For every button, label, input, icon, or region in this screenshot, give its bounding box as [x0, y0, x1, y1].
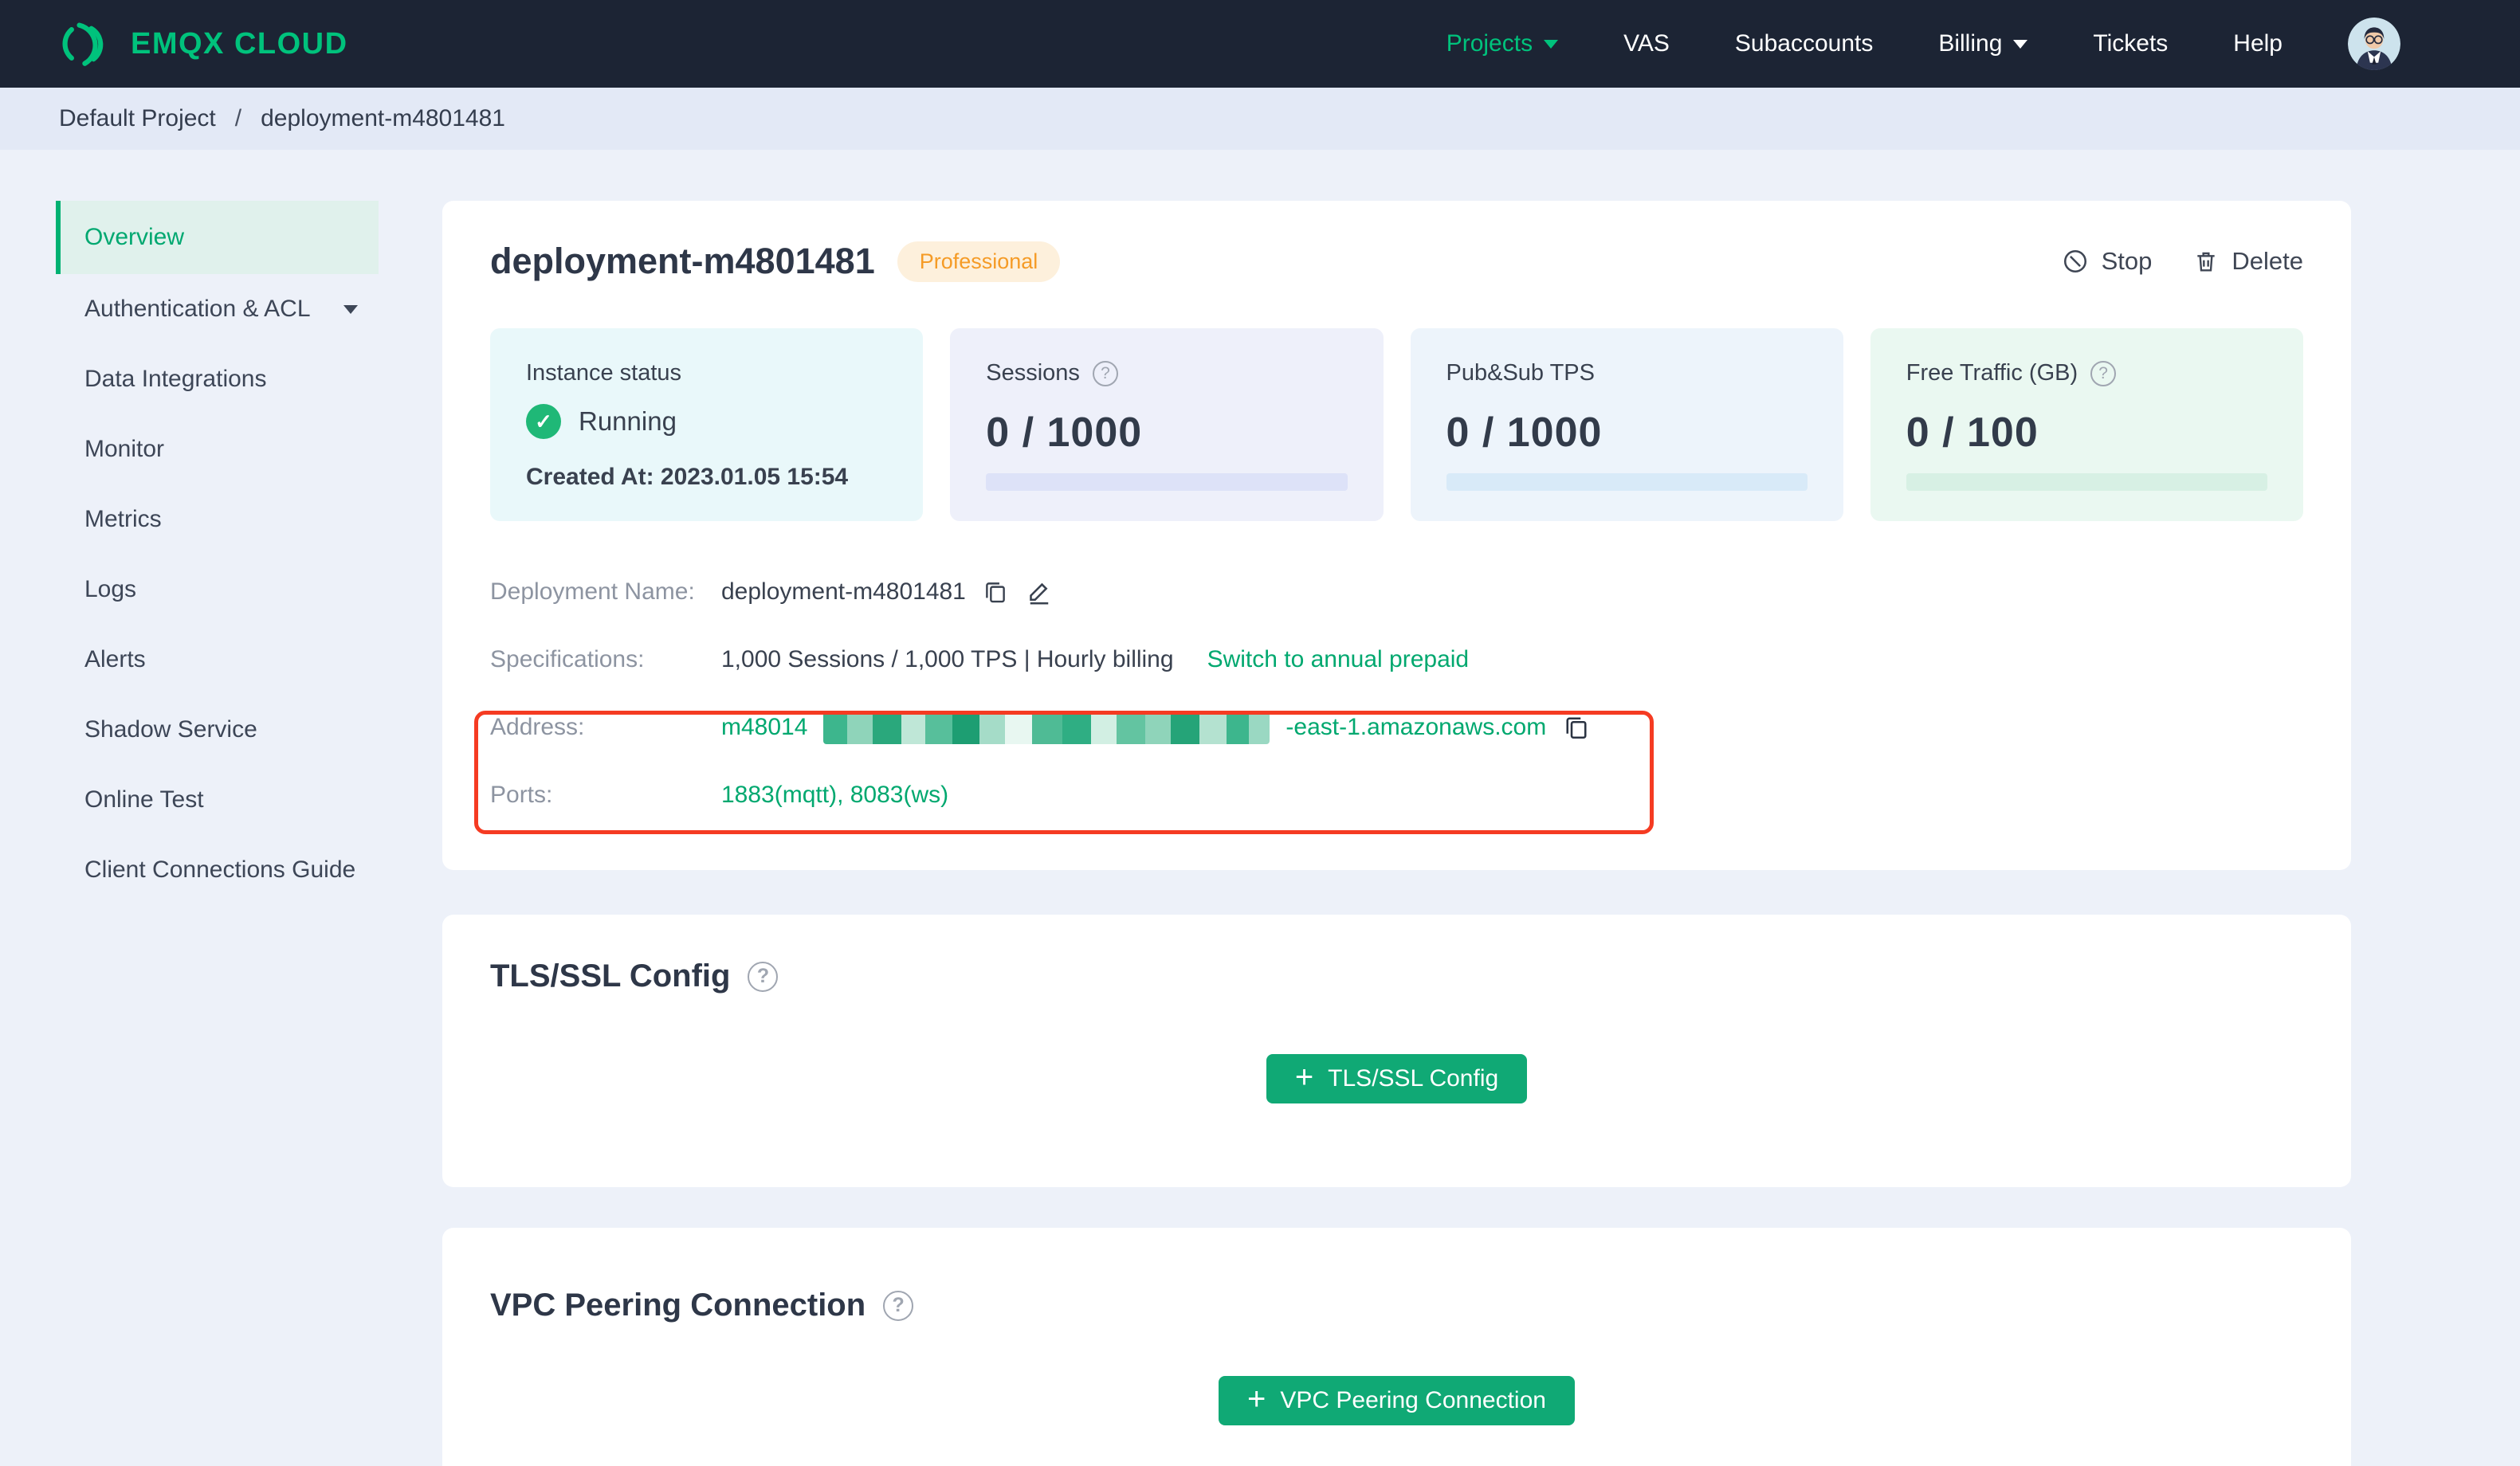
plan-badge: Professional — [897, 241, 1061, 282]
top-navbar: EMQX CLOUD Projects VAS Subaccounts Bill… — [0, 0, 2520, 88]
sessions-value: 0 / 1000 — [986, 410, 1143, 456]
sidebar-item-alerts[interactable]: Alerts — [56, 625, 379, 695]
sidebar-item-authentication-acl[interactable]: Authentication & ACL — [56, 274, 379, 344]
address-redacted-block — [823, 710, 1270, 744]
breadcrumb-deployment: deployment-m4801481 — [261, 105, 505, 131]
sidebar-item-client-connections-guide[interactable]: Client Connections Guide — [56, 835, 379, 905]
sidebar-item-metrics[interactable]: Metrics — [56, 484, 379, 555]
chevron-down-icon — [2013, 39, 2028, 49]
trash-icon — [2193, 249, 2219, 274]
nav-item-projects[interactable]: Projects — [1446, 30, 1559, 57]
address-prefix: m48014 — [721, 713, 808, 740]
nav-item-subaccounts[interactable]: Subaccounts — [1735, 30, 1873, 57]
stat-cards: Instance status ✓ Running Created At: 20… — [490, 328, 2303, 521]
sidebar-item-shadow-service[interactable]: Shadow Service — [56, 695, 379, 765]
address-row: Address: m48014 -east-1.amazonaws.com — [490, 693, 2303, 761]
stat-sessions: Sessions ? 0 / 1000 — [950, 328, 1384, 521]
overview-card: deployment-m4801481 Professional Stop De… — [442, 201, 2351, 870]
stat-pubsub-tps: Pub&Sub TPS 0 / 1000 — [1410, 328, 1843, 521]
breadcrumb-project[interactable]: Default Project — [59, 105, 216, 132]
pubsub-value: 0 / 1000 — [1446, 410, 1603, 456]
help-icon[interactable]: ? — [748, 961, 779, 992]
nav-item-billing[interactable]: Billing — [1938, 30, 2028, 57]
vpc-section-title: VPC Peering Connection — [490, 1288, 866, 1323]
stop-icon — [2062, 248, 2089, 275]
sessions-progress-bar — [986, 473, 1348, 491]
specifications-value: 1,000 Sessions / 1,000 TPS | Hourly bill… — [721, 645, 1174, 672]
copy-icon[interactable] — [982, 578, 1009, 606]
stop-button[interactable]: Stop — [2062, 247, 2152, 276]
sidebar-item-logs[interactable]: Logs — [56, 555, 379, 625]
created-at: Created At: 2023.01.05 15:54 — [526, 464, 849, 490]
tls-ssl-card: TLS/SSL Config ? + TLS/SSL Config — [442, 915, 2351, 1187]
deployment-name-row: Deployment Name: deployment-m4801481 — [490, 558, 2303, 625]
brand-name: EMQX CLOUD — [131, 26, 348, 61]
delete-button[interactable]: Delete — [2193, 247, 2303, 276]
sidebar-item-monitor[interactable]: Monitor — [56, 414, 379, 484]
edit-pencil-icon[interactable] — [1025, 578, 1054, 606]
breadcrumb: Default Project / deployment-m4801481 — [0, 88, 2520, 150]
ports-row: Ports: 1883(mqtt), 8083(ws) — [490, 781, 949, 808]
plus-icon: + — [1294, 1060, 1314, 1095]
sidebar-item-data-integrations[interactable]: Data Integrations — [56, 344, 379, 414]
stat-instance-status: Instance status ✓ Running Created At: 20… — [490, 328, 924, 521]
add-vpc-peering-button[interactable]: + VPC Peering Connection — [1219, 1376, 1575, 1425]
status-badge: ✓ Running — [526, 404, 887, 439]
specifications-row: Specifications: 1,000 Sessions / 1,000 T… — [490, 645, 1470, 673]
nav-item-vas[interactable]: VAS — [1623, 30, 1670, 57]
vpc-peering-card: VPC Peering Connection ? + VPC Peering C… — [442, 1228, 2351, 1466]
add-tls-ssl-config-button[interactable]: + TLS/SSL Config — [1266, 1054, 1528, 1103]
help-icon[interactable]: ? — [883, 1290, 914, 1321]
switch-annual-prepaid-link[interactable]: Switch to annual prepaid — [1207, 646, 1470, 673]
traffic-progress-bar — [1906, 473, 2267, 491]
deployment-name-value: deployment-m4801481 — [721, 578, 966, 605]
nav-item-help[interactable]: Help — [2233, 30, 2283, 57]
traffic-value: 0 / 100 — [1906, 410, 2039, 456]
emqx-logo-icon — [57, 18, 110, 70]
user-avatar[interactable] — [2348, 18, 2400, 70]
brand-logo[interactable]: EMQX CLOUD — [57, 18, 348, 70]
pubsub-progress-bar — [1446, 473, 1808, 491]
sidebar-nav: Overview Authentication & ACL Data Integ… — [56, 201, 379, 905]
tls-section-title: TLS/SSL Config — [490, 958, 731, 994]
stat-free-traffic: Free Traffic (GB) ? 0 / 100 — [1870, 328, 2303, 521]
sidebar-item-online-test[interactable]: Online Test — [56, 765, 379, 835]
deployment-details: Deployment Name: deployment-m4801481 Spe… — [474, 558, 2303, 834]
page-title: deployment-m4801481 — [490, 241, 875, 281]
sidebar-item-overview[interactable]: Overview — [56, 201, 379, 274]
check-circle-icon: ✓ — [526, 404, 561, 439]
plus-icon: + — [1247, 1382, 1266, 1417]
help-icon[interactable]: ? — [1092, 360, 1118, 386]
chevron-down-icon — [343, 305, 358, 314]
nav-item-tickets[interactable]: Tickets — [2093, 30, 2168, 57]
help-icon[interactable]: ? — [2090, 360, 2117, 386]
ports-value: 1883(mqtt), 8083(ws) — [721, 781, 949, 808]
breadcrumb-separator: / — [234, 105, 242, 131]
chevron-down-icon — [1544, 39, 1559, 49]
nav-links: Projects VAS Subaccounts Billing Tickets… — [1446, 18, 2400, 70]
address-suffix: -east-1.amazonaws.com — [1286, 713, 1547, 740]
copy-icon[interactable] — [1562, 713, 1591, 742]
